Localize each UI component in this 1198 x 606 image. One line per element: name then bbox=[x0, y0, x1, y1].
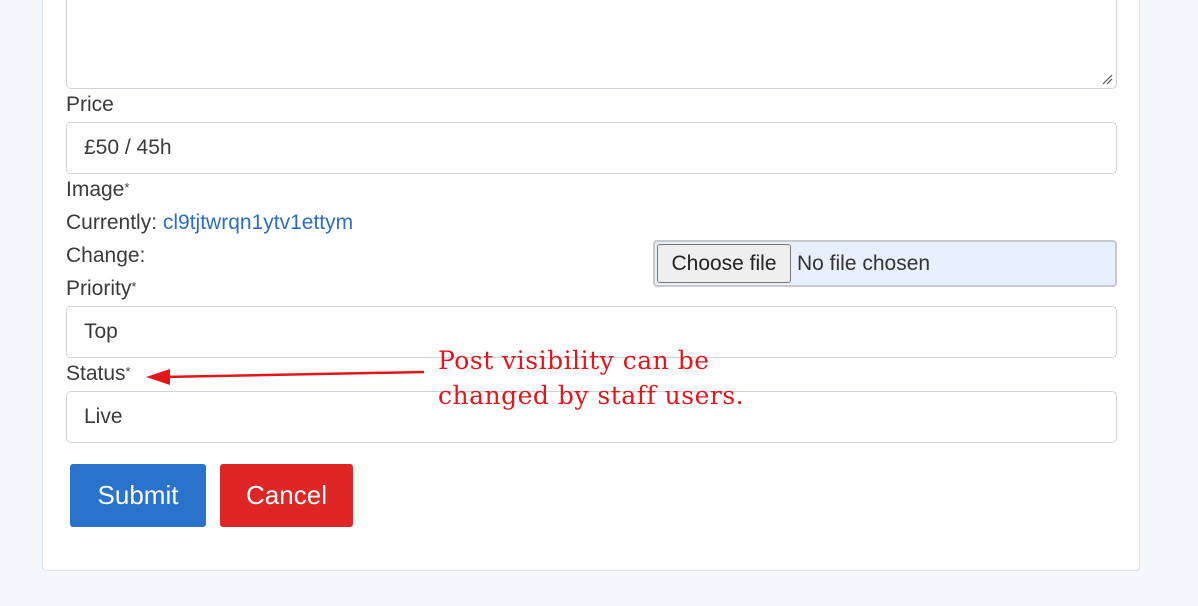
file-status-text: No file chosen bbox=[797, 252, 931, 275]
cancel-button[interactable]: Cancel bbox=[220, 464, 353, 527]
price-input[interactable]: £50 / 45h bbox=[66, 122, 1117, 174]
current-image-link[interactable]: cl9tjtwrqn1ytv1ettym bbox=[163, 211, 353, 234]
annotation-line-1: Post visibility can be bbox=[438, 346, 710, 375]
arrow-left-icon bbox=[146, 369, 425, 385]
currently-label: Currently: bbox=[66, 211, 158, 234]
annotation-note: Post visibility can be changed by staff … bbox=[438, 343, 858, 413]
currently-row: Currently: cl9tjtwrqn1ytv1ettym bbox=[66, 211, 353, 235]
image-label: Image* bbox=[66, 178, 130, 201]
change-label: Change: bbox=[66, 244, 146, 267]
priority-label: Priority* bbox=[66, 277, 137, 300]
resize-handle-icon[interactable] bbox=[1101, 73, 1113, 85]
submit-button[interactable]: Submit bbox=[70, 464, 206, 527]
price-label: Price bbox=[66, 93, 114, 116]
image-file-input[interactable]: Choose file No file chosen bbox=[653, 240, 1117, 287]
status-label: Status* bbox=[66, 362, 131, 385]
annotation-line-2: changed by staff users. bbox=[438, 381, 745, 410]
choose-file-button[interactable]: Choose file bbox=[657, 244, 791, 283]
description-textarea[interactable] bbox=[66, 0, 1117, 89]
